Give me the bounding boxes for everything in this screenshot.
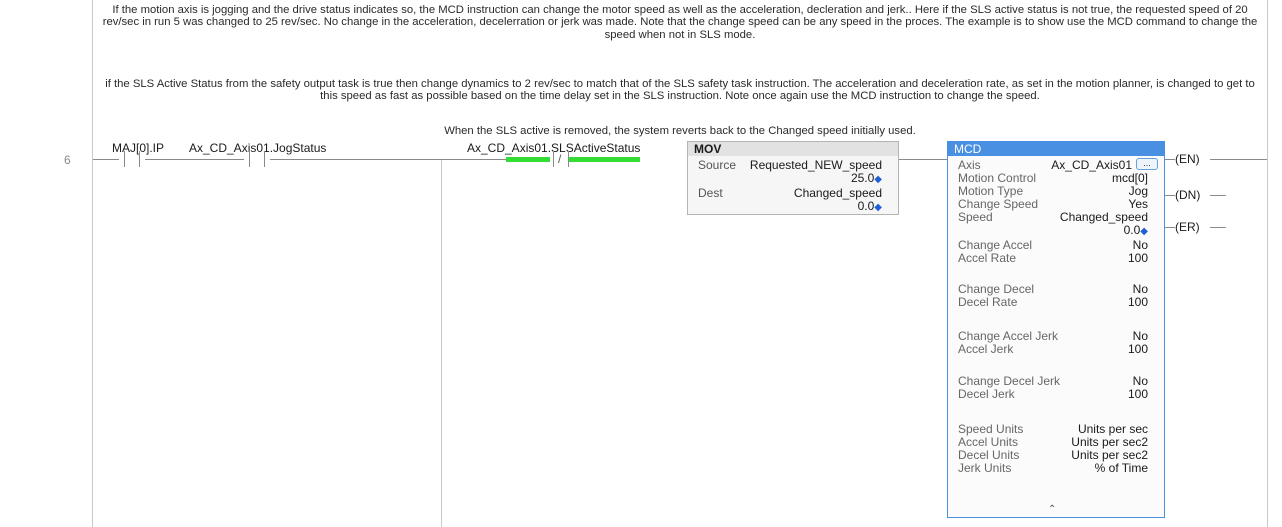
contact-slash: / xyxy=(558,152,562,166)
axis-properties-button[interactable]: ... xyxy=(1136,158,1158,170)
mcd-motion-control-value[interactable]: mcd[0] xyxy=(1112,171,1148,185)
dn-output-label: DN xyxy=(1179,188,1197,202)
er-output-label: ER xyxy=(1179,220,1196,234)
mcd-motion-type-value[interactable]: Jog xyxy=(1129,184,1148,198)
mcd-decel-rate-label: Decel Rate xyxy=(958,295,1018,309)
energized-wire xyxy=(506,157,550,162)
mcd-speed-label: Speed xyxy=(958,210,993,224)
mcd-change-speed-value[interactable]: Yes xyxy=(1128,197,1148,211)
mcd-change-decel-label: Change Decel xyxy=(958,282,1035,296)
rung-number[interactable]: 6 xyxy=(64,153,71,167)
contact-left-plate xyxy=(244,151,250,167)
rung-comment-2[interactable]: if the SLS Active Status from the safety… xyxy=(100,78,1260,103)
en-output-label: EN xyxy=(1179,152,1196,166)
rung-comment-1[interactable]: If the motion axis is jogging and the dr… xyxy=(100,4,1260,41)
mov-instruction[interactable]: MOV Source Requested_NEW_speed 25.0◆ Des… xyxy=(687,141,899,215)
mcd-decel-rate-value[interactable]: 100 xyxy=(1128,295,1148,309)
live-value-arrow-icon: ◆ xyxy=(874,174,882,185)
mcd-accel-rate-value[interactable]: 100 xyxy=(1128,251,1148,265)
mcd-change-accel-jerk-value[interactable]: No xyxy=(1133,329,1148,343)
mcd-change-decel-jerk-label: Change Decel Jerk xyxy=(958,374,1061,388)
mcd-decel-jerk-value[interactable]: 100 xyxy=(1128,387,1148,401)
mcd-change-accel-label: Change Accel xyxy=(958,238,1033,252)
mov-dest-value: 0.0◆ xyxy=(858,199,882,213)
mcd-speed-units-value[interactable]: Units per sec xyxy=(1078,422,1148,436)
mov-source-label: Source xyxy=(698,158,737,172)
mov-source-tag[interactable]: Requested_NEW_speed xyxy=(750,158,882,172)
rung-wire xyxy=(897,159,947,160)
rung-wire xyxy=(93,159,119,160)
mcd-speed-value[interactable]: Changed_speed xyxy=(1060,210,1148,224)
mcd-accel-rate-label: Accel Rate xyxy=(958,251,1017,265)
xic-contact-maj-ip[interactable] xyxy=(119,151,145,167)
mcd-jerk-units-value[interactable]: % of Time xyxy=(1095,461,1148,475)
mcd-change-decel-jerk-value[interactable]: No xyxy=(1133,374,1148,388)
mcd-decel-jerk-label: Decel Jerk xyxy=(958,387,1015,401)
mov-source-value-text: 25.0 xyxy=(850,171,875,185)
live-value-arrow-icon: ◆ xyxy=(874,202,882,213)
rung-gutter xyxy=(0,0,92,527)
mcd-motion-type-label: Motion Type xyxy=(958,184,1024,198)
mov-dest-label: Dest xyxy=(698,186,723,200)
mcd-change-accel-jerk-label: Change Accel Jerk xyxy=(958,329,1059,343)
rung-comment-3[interactable]: When the SLS active is removed, the syst… xyxy=(100,125,1260,137)
mcd-motion-control-label: Motion Control xyxy=(958,171,1037,185)
rung-wire xyxy=(145,159,244,160)
xic-contact-jog-status[interactable] xyxy=(244,151,270,167)
mov-dest-tag[interactable]: Changed_speed xyxy=(794,186,882,200)
mcd-title: MCD xyxy=(948,142,1164,156)
mcd-jerk-units-label: Jerk Units xyxy=(958,461,1012,475)
mov-source-value: 25.0◆ xyxy=(851,171,882,185)
right-power-rail xyxy=(1267,0,1268,527)
xio-contact-sls-active[interactable]: / xyxy=(548,151,574,167)
left-power-rail xyxy=(92,0,93,527)
contact-left-plate xyxy=(548,151,554,167)
mcd-axis-label: Axis xyxy=(958,158,981,172)
mcd-speed-units-label: Speed Units xyxy=(958,422,1024,436)
branch-line xyxy=(441,160,442,527)
mov-title: MOV xyxy=(688,142,898,156)
mcd-speed-live-text: 0.0 xyxy=(1123,223,1141,237)
mcd-change-accel-value[interactable]: No xyxy=(1133,238,1148,252)
contact-left-plate xyxy=(119,151,125,167)
mcd-axis-value[interactable]: Ax_CD_Axis01 xyxy=(1051,158,1132,172)
er-output: (ER) xyxy=(1175,220,1200,234)
dn-output: (DN) xyxy=(1175,188,1201,202)
contact-right-plate xyxy=(568,151,574,167)
double-chevron-up-icon[interactable]: ⌃ xyxy=(1048,504,1056,515)
mcd-change-speed-label: Change Speed xyxy=(958,197,1039,211)
contact-right-plate xyxy=(264,151,270,167)
en-output: (EN) xyxy=(1175,152,1200,166)
mcd-decel-units-label: Decel Units xyxy=(958,448,1020,462)
rung-wire xyxy=(1210,195,1226,196)
mcd-decel-units-value[interactable]: Units per sec2 xyxy=(1071,448,1148,462)
rung-wire xyxy=(270,159,506,160)
mcd-instruction[interactable]: MCD Axis Ax_CD_Axis01 ... Motion Control… xyxy=(947,141,1165,518)
live-value-arrow-icon: ◆ xyxy=(1140,226,1148,237)
rung-wire xyxy=(1210,227,1226,228)
mcd-change-decel-value[interactable]: No xyxy=(1133,282,1148,296)
mcd-accel-units-label: Accel Units xyxy=(958,435,1019,449)
rung-wire xyxy=(1210,159,1267,160)
mcd-accel-jerk-label: Accel Jerk xyxy=(958,342,1014,356)
contact-right-plate xyxy=(139,151,145,167)
energized-wire xyxy=(568,157,640,162)
mov-dest-value-text: 0.0 xyxy=(857,199,875,213)
mcd-accel-units-value[interactable]: Units per sec2 xyxy=(1071,435,1148,449)
mcd-speed-live: 0.0◆ xyxy=(1124,223,1148,237)
mcd-accel-jerk-value[interactable]: 100 xyxy=(1128,342,1148,356)
